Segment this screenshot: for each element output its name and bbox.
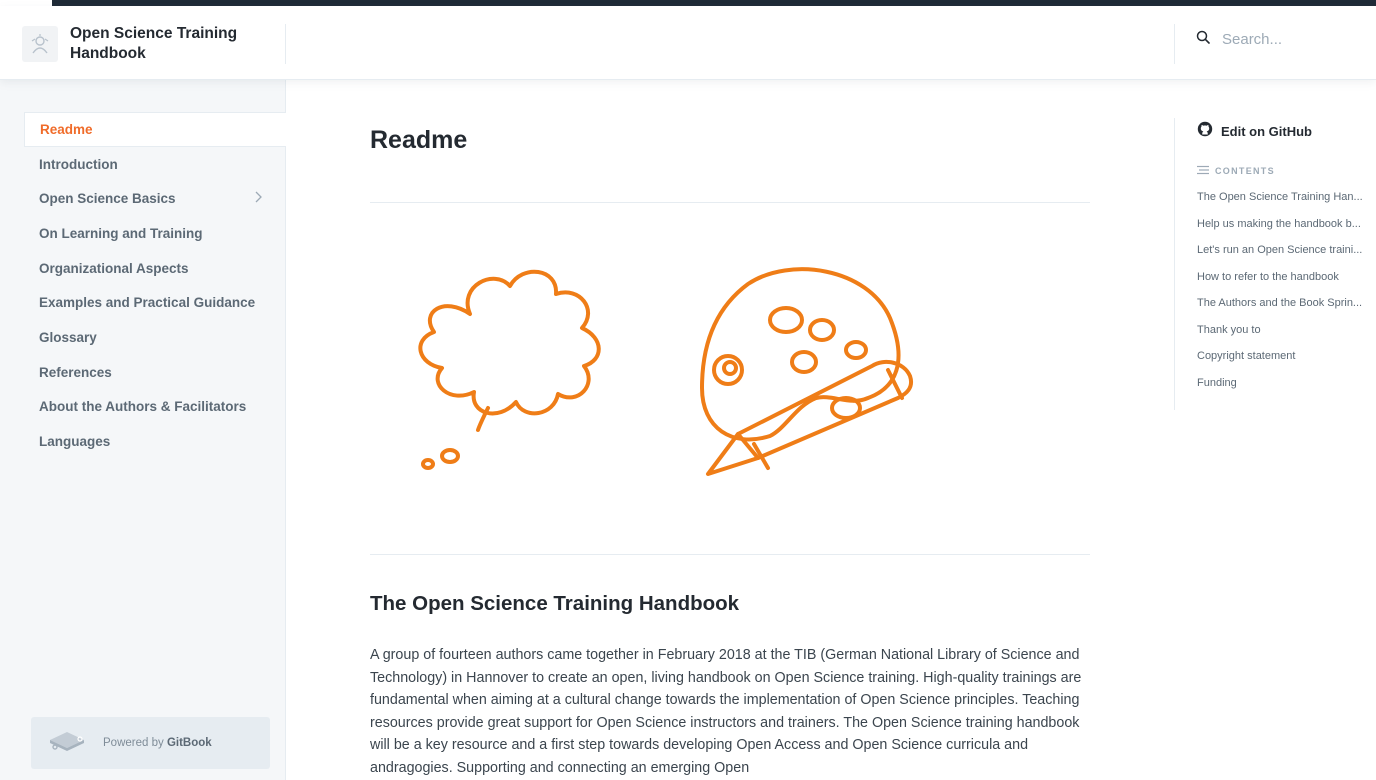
edit-on-github-link[interactable]: Edit on GitHub <box>1197 118 1376 144</box>
brand-link[interactable]: Open Science Training Handbook <box>22 22 286 66</box>
title-divider <box>370 202 1090 203</box>
toc-item[interactable]: Help us making the handbook b... <box>1197 211 1376 238</box>
sidebar-item-organizational-aspects[interactable]: Organizational Aspects <box>24 251 286 286</box>
sidebar-item-readme[interactable]: Readme <box>24 112 286 147</box>
section-heading: The Open Science Training Handbook <box>370 592 740 615</box>
sidebar-nav: Readme Introduction Open Science Basics … <box>24 112 286 459</box>
chevron-right-icon[interactable] <box>254 191 262 206</box>
toc-item[interactable]: The Open Science Training Han... <box>1197 184 1376 211</box>
sidebar-item-label: Organizational Aspects <box>39 260 189 276</box>
sidebar-item-open-science-basics[interactable]: Open Science Basics <box>24 181 286 216</box>
contents-label: CONTENTS <box>1215 166 1275 176</box>
sidebar-item-label: Readme <box>40 121 93 137</box>
intro-paragraph: A group of fourteen authors came togethe… <box>370 647 1082 776</box>
toc-item[interactable]: Funding <box>1197 370 1376 397</box>
sidebar: Readme Introduction Open Science Basics … <box>0 80 286 780</box>
sidebar-item-label: Languages <box>39 434 111 450</box>
gitbook-brand: GitBook <box>166 737 212 749</box>
sidebar-item-examples[interactable]: Examples and Practical Guidance <box>24 285 286 320</box>
sidebar-item-glossary[interactable]: Glossary <box>24 320 286 355</box>
gitbook-icon <box>47 728 87 759</box>
sidebar-item-authors[interactable]: About the Authors & Facilitators <box>24 390 286 425</box>
sidebar-item-label: Glossary <box>39 329 97 345</box>
github-icon <box>1197 121 1213 142</box>
page-title: Readme <box>370 126 468 154</box>
palette-icon <box>700 267 913 476</box>
page-toc: Edit on GitHub CONTENTS The Open Science… <box>1174 118 1376 410</box>
search-input[interactable]: Search... <box>1222 31 1282 48</box>
powered-by-gitbook-link[interactable]: Powered by GitBook <box>31 717 270 769</box>
header-divider-left <box>285 24 286 64</box>
section-divider <box>370 554 1090 555</box>
sidebar-item-learning-training[interactable]: On Learning and Training <box>24 216 286 251</box>
header: Open Science Training Handbook Search... <box>0 6 1376 80</box>
search-icon <box>1196 30 1210 49</box>
list-icon <box>1197 162 1209 180</box>
sidebar-item-label: Open Science Basics <box>39 191 176 207</box>
powered-by-text: Powered by GitBook <box>103 737 212 749</box>
book-logo-icon <box>22 26 58 62</box>
sidebar-item-label: About the Authors & Facilitators <box>39 399 247 415</box>
sidebar-item-references[interactable]: References <box>24 355 286 390</box>
toc-item[interactable]: How to refer to the handbook <box>1197 264 1376 291</box>
toc-item[interactable]: The Authors and the Book Sprin... <box>1197 290 1376 317</box>
powered-prefix: Powered by <box>103 737 167 749</box>
sidebar-item-label: References <box>39 364 112 380</box>
edit-on-github-label: Edit on GitHub <box>1221 123 1312 139</box>
sidebar-item-label: Introduction <box>39 156 118 172</box>
site-title: Open Science Training Handbook <box>70 25 238 62</box>
illustration-image <box>418 267 913 476</box>
contents-header: CONTENTS <box>1197 162 1376 180</box>
sidebar-item-introduction[interactable]: Introduction <box>24 147 286 182</box>
toc-item[interactable]: Copyright statement <box>1197 343 1376 370</box>
header-divider-right <box>1174 24 1175 64</box>
sidebar-item-languages[interactable]: Languages <box>24 424 286 459</box>
sidebar-item-label: On Learning and Training <box>39 225 203 241</box>
toc-item[interactable]: Let's run an Open Science traini... <box>1197 237 1376 264</box>
thought-bubble-icon <box>418 269 601 470</box>
sidebar-item-label: Examples and Practical Guidance <box>39 295 256 311</box>
toc-item[interactable]: Thank you to <box>1197 317 1376 344</box>
toc-list: The Open Science Training Han... Help us… <box>1197 184 1376 396</box>
search-box[interactable]: Search... <box>1196 30 1282 49</box>
